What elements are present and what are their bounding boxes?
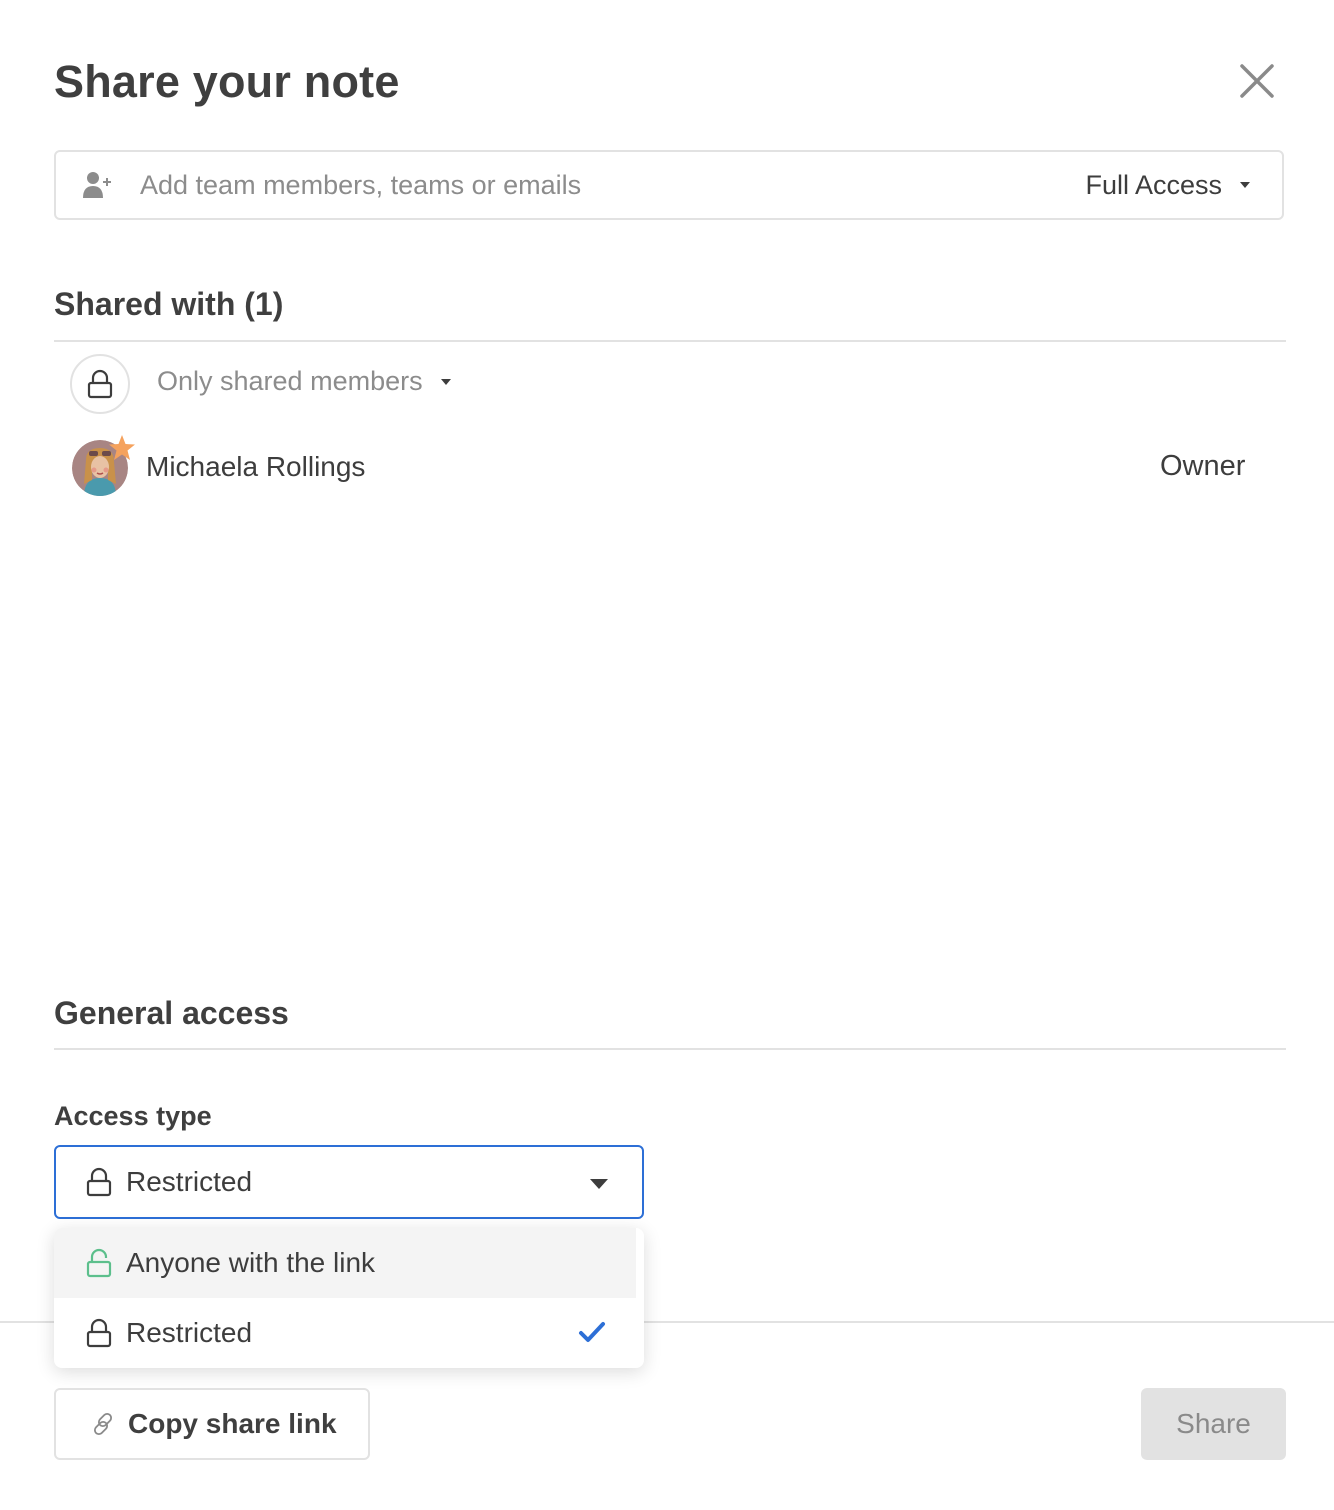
chevron-down-icon: [1240, 182, 1250, 188]
invite-field: Full Access: [54, 150, 1284, 220]
shared-with-divider: [54, 340, 1286, 342]
general-access-heading: General access: [54, 995, 289, 1031]
dialog-title: Share your note: [54, 56, 400, 107]
chevron-down-icon: [590, 1179, 608, 1189]
visibility-label: Only shared members: [157, 366, 423, 396]
access-type-label: Access type: [54, 1101, 212, 1131]
close-icon: [1240, 64, 1274, 98]
option-label: Anyone with the link: [126, 1247, 376, 1278]
lock-icon: [86, 1167, 112, 1197]
shared-with-heading: Shared with (1): [54, 286, 284, 322]
close-button[interactable]: [1236, 60, 1278, 102]
access-type-value: Restricted: [126, 1166, 253, 1197]
visibility-icon-badge: [70, 354, 130, 414]
access-type-select[interactable]: Restricted: [54, 1145, 644, 1219]
copy-share-link-label: Copy share link: [128, 1408, 337, 1439]
copy-share-link-button[interactable]: Copy share link: [54, 1388, 370, 1460]
permission-dropdown[interactable]: Full Access: [1085, 170, 1250, 201]
chevron-down-icon: [440, 378, 451, 385]
unlock-icon: [86, 1248, 112, 1278]
link-icon: [93, 1412, 113, 1436]
lock-icon: [86, 1318, 112, 1348]
invite-input[interactable]: [138, 168, 1086, 202]
member-role: Owner: [1160, 450, 1246, 482]
checkmark-icon: [579, 1322, 605, 1342]
permission-label: Full Access: [1085, 169, 1222, 200]
option-restricted[interactable]: Restricted: [54, 1298, 644, 1368]
option-label: Restricted: [126, 1317, 253, 1348]
lock-icon: [87, 369, 113, 399]
general-access-divider: [54, 1048, 1286, 1050]
member-name: Michaela Rollings: [146, 451, 366, 482]
star-icon: [109, 435, 135, 460]
share-button[interactable]: Share: [1141, 1388, 1286, 1460]
option-anyone-with-link[interactable]: Anyone with the link: [54, 1228, 636, 1298]
add-person-icon: [83, 172, 111, 198]
visibility-dropdown[interactable]: Only shared members: [157, 366, 451, 397]
access-type-menu: Anyone with the link Restricted: [54, 1228, 644, 1368]
